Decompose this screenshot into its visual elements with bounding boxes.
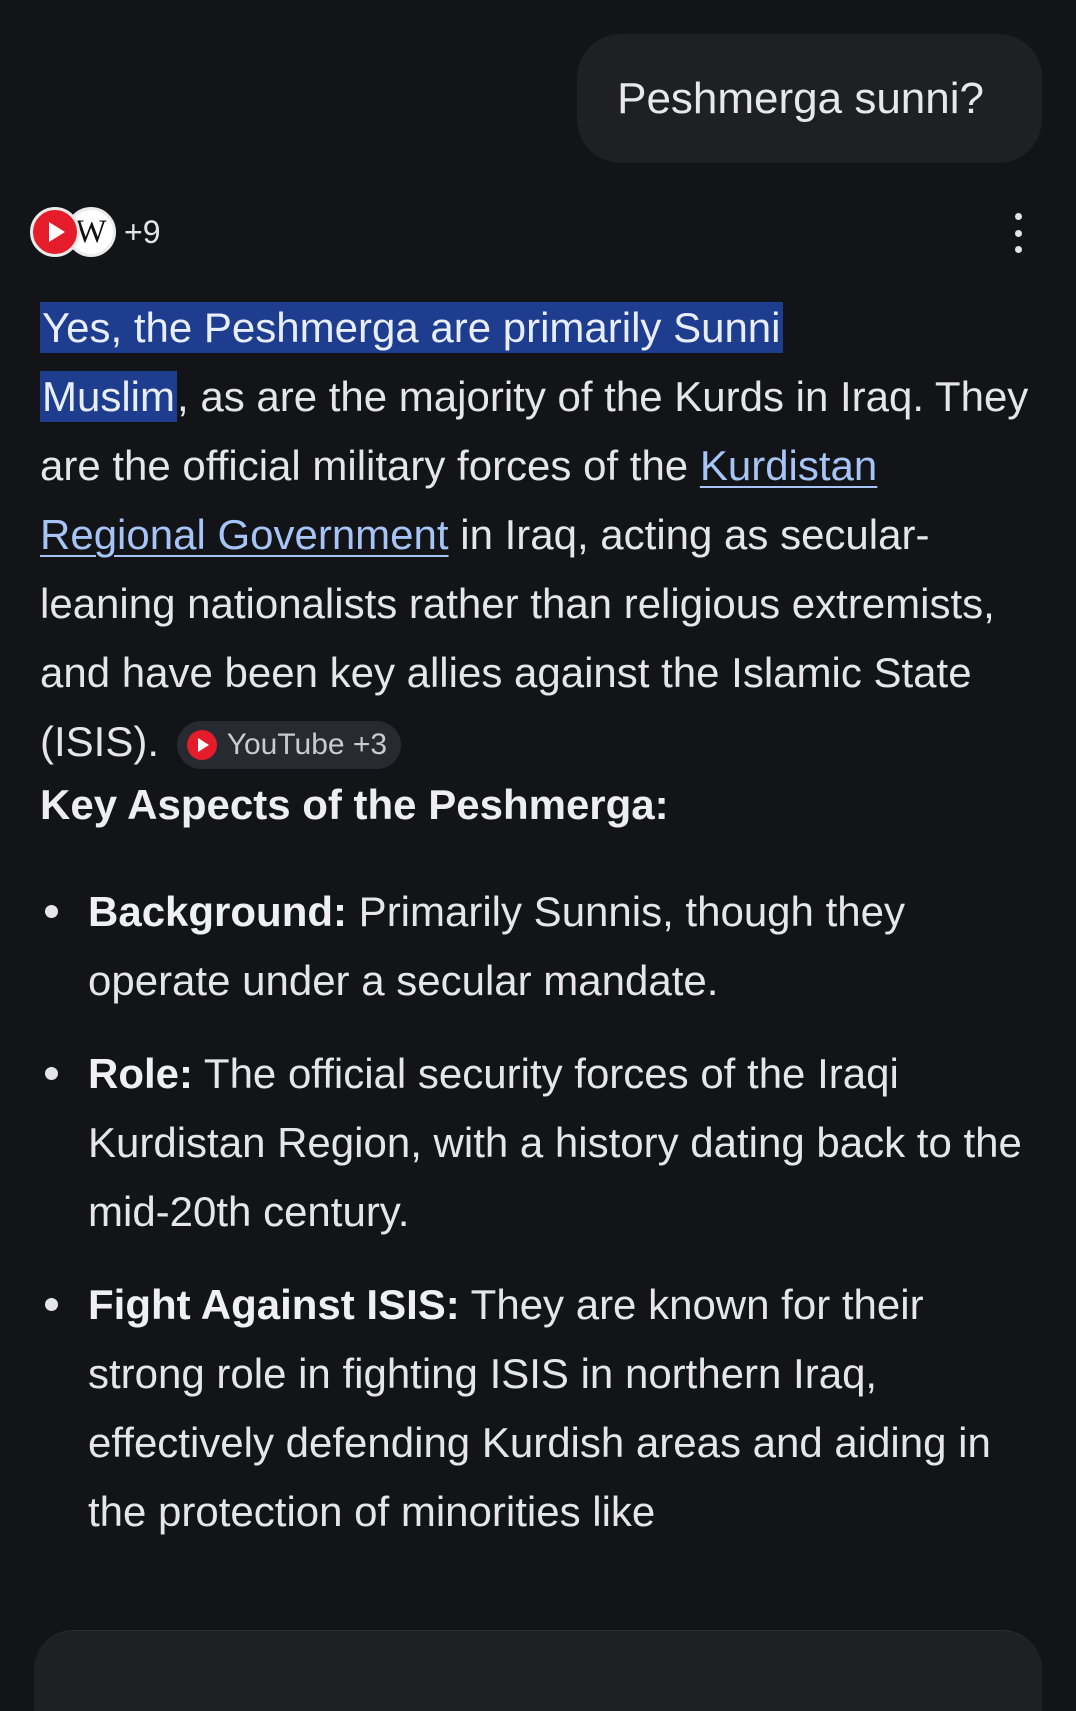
list-item: Role: The official security forces of th… [40,1039,1040,1246]
answer-paragraph: Yes, the Peshmerga are primarily Sunni M… [40,293,1040,776]
youtube-icon [186,729,217,760]
bullet-icon [45,1067,58,1080]
user-message-text: Peshmerga sunni? [617,73,984,123]
citation-chip[interactable]: YouTube +3 [176,720,402,769]
highlighted-text: Muslim [40,371,177,422]
list-item-label: Role: [88,1050,193,1097]
user-message-bubble: Peshmerga sunni? [577,34,1042,163]
bullet-icon [45,905,58,918]
list-item: Background: Primarily Sunnis, though the… [40,877,1040,1015]
wikipedia-glyph: W [75,213,107,250]
list-item-label: Fight Against ISIS: [88,1281,460,1328]
highlighted-text: Yes, the Peshmerga are primarily Sunni [40,302,783,353]
play-icon [49,222,65,242]
sources-row[interactable]: W +9 [30,205,160,259]
aspects-list: Background: Primarily Sunnis, though the… [40,877,1040,1570]
answer-text: , as are the majority of the Kurds in Ir… [40,373,1029,489]
list-item-label: Background: [88,888,348,935]
list-item: Fight Against ISIS: They are known for t… [40,1270,1040,1546]
section-heading: Key Aspects of the Peshmerga: [40,781,669,828]
list-item-text: The official security forces of the Iraq… [88,1050,1022,1235]
input-bar[interactable] [34,1630,1042,1711]
youtube-icon [30,207,80,257]
sources-extra-count: +9 [124,213,161,250]
citation-chip-label: YouTube +3 [226,727,388,761]
bullet-icon [45,1298,58,1311]
more-options-icon[interactable] [1008,213,1028,253]
